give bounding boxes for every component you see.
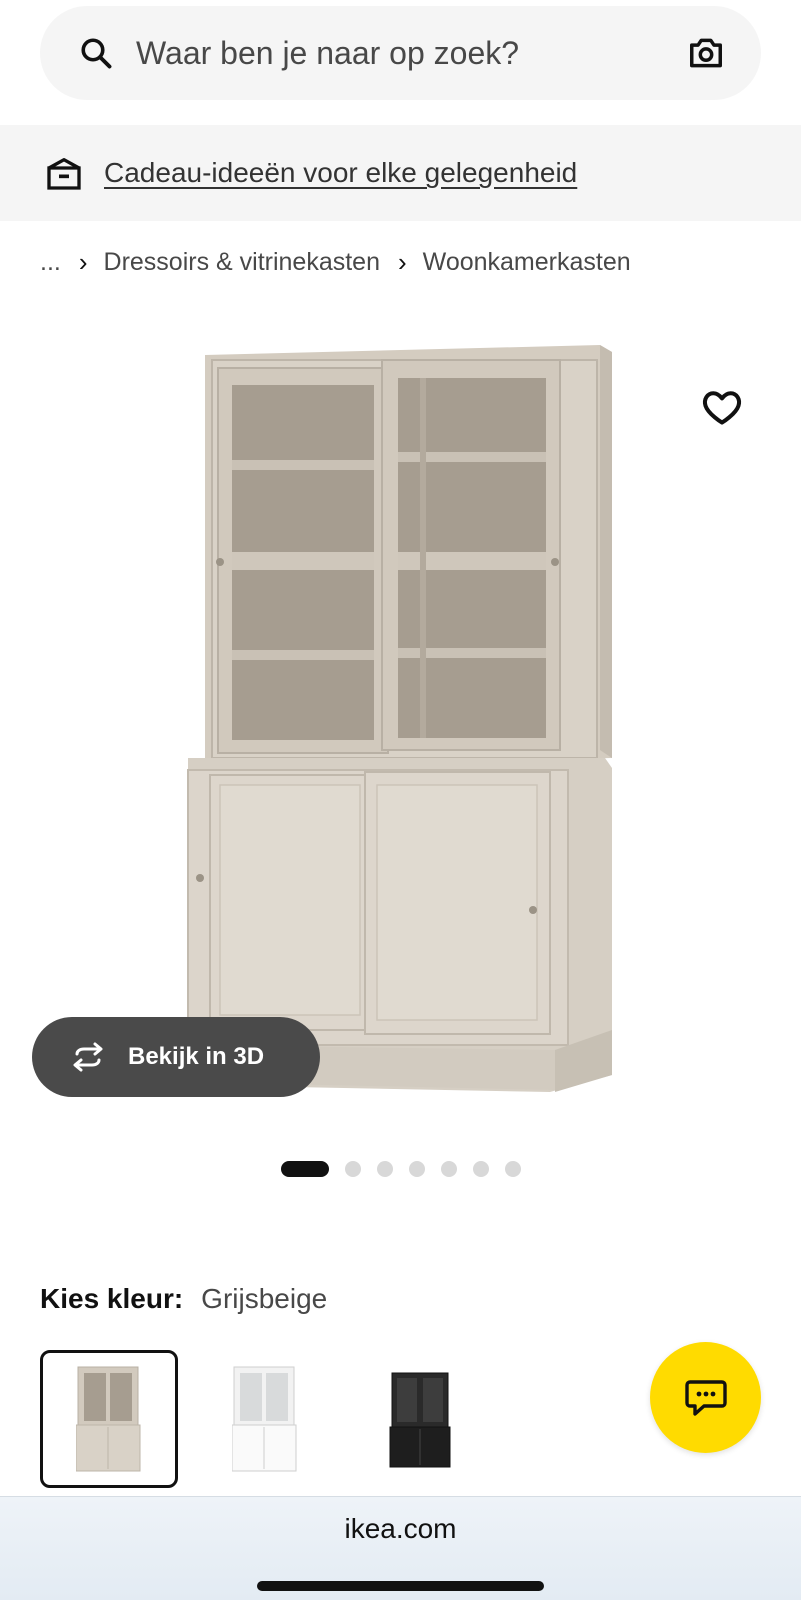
carousel-dot[interactable] bbox=[281, 1161, 329, 1177]
carousel-dot[interactable] bbox=[345, 1161, 361, 1177]
promo-banner[interactable]: Cadeau-ideeën voor elke gelegenheid bbox=[0, 125, 801, 221]
browser-url[interactable]: ikea.com bbox=[0, 1513, 801, 1545]
color-swatch-zwart[interactable] bbox=[352, 1350, 490, 1488]
view-3d-label: Bekijk in 3D bbox=[128, 1043, 265, 1070]
rotate-icon bbox=[73, 1042, 103, 1072]
camera-icon[interactable] bbox=[687, 34, 725, 72]
carousel-dot[interactable] bbox=[505, 1161, 521, 1177]
search-bar[interactable]: Waar ben je naar op zoek? bbox=[40, 6, 761, 100]
color-label: Kies kleur: bbox=[40, 1283, 184, 1314]
cabinet-thumbnail bbox=[389, 1372, 451, 1468]
color-swatch-wit[interactable] bbox=[196, 1350, 334, 1488]
cabinet-thumbnail bbox=[76, 1366, 141, 1472]
carousel-dot[interactable] bbox=[409, 1161, 425, 1177]
breadcrumb: ... › Dressoirs & vitrinekasten › Woonka… bbox=[40, 240, 631, 284]
chat-icon bbox=[684, 1379, 727, 1416]
search-icon bbox=[81, 38, 112, 69]
breadcrumb-item-woonkamerkasten[interactable]: Woonkamerkasten bbox=[423, 248, 631, 277]
breadcrumb-item-dressoirs[interactable]: Dressoirs & vitrinekasten bbox=[104, 248, 380, 277]
carousel-dot[interactable] bbox=[441, 1161, 457, 1177]
home-indicator[interactable] bbox=[257, 1581, 544, 1591]
gift-box-icon bbox=[47, 158, 81, 190]
color-swatch-grijsbeige[interactable] bbox=[40, 1350, 178, 1488]
cabinet-thumbnail bbox=[232, 1366, 297, 1472]
color-value: Grijsbeige bbox=[201, 1283, 328, 1314]
carousel-dot[interactable] bbox=[473, 1161, 489, 1177]
product-image[interactable] bbox=[160, 330, 660, 1120]
search-input[interactable]: Waar ben je naar op zoek? bbox=[136, 35, 687, 72]
breadcrumb-separator: › bbox=[78, 246, 88, 277]
breadcrumb-ellipsis[interactable]: ... bbox=[40, 248, 61, 277]
heart-icon[interactable] bbox=[700, 385, 744, 429]
carousel-dots bbox=[281, 1161, 537, 1177]
color-picker-label: Kies kleur: Grijsbeige bbox=[40, 1283, 327, 1315]
view-3d-button[interactable]: Bekijk in 3D bbox=[32, 1017, 320, 1097]
chat-button[interactable] bbox=[650, 1342, 761, 1453]
promo-link[interactable]: Cadeau-ideeën voor elke gelegenheid bbox=[104, 157, 577, 189]
carousel-dot[interactable] bbox=[377, 1161, 393, 1177]
browser-address-bar: ikea.com bbox=[0, 1496, 801, 1600]
breadcrumb-separator: › bbox=[398, 246, 407, 277]
